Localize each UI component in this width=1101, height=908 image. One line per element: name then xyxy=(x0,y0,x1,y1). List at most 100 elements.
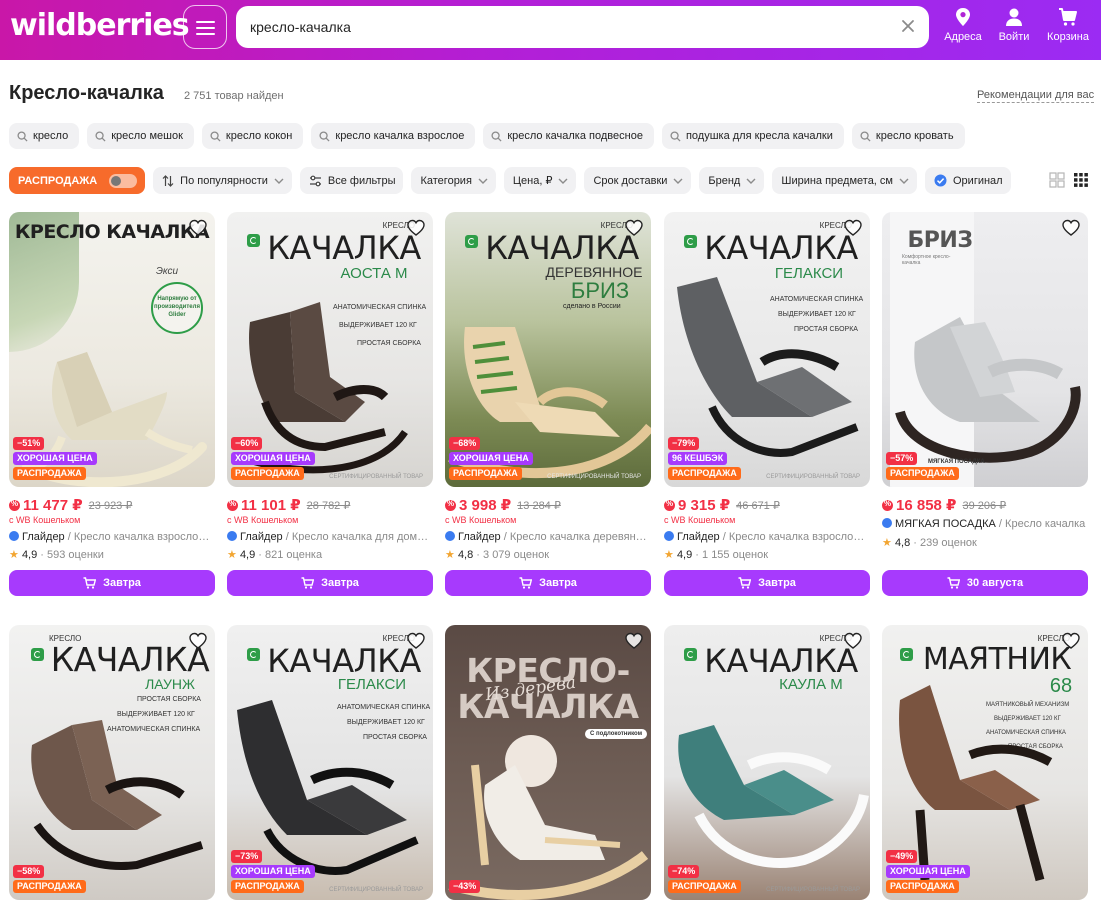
product-title[interactable]: Глайдер / Кресло качалка деревянное xyxy=(445,531,651,543)
price-row: 16 858 ₽ 39 206 ₽ xyxy=(882,496,1006,514)
product-title[interactable]: Глайдер / Кресло качалка взрослое для до… xyxy=(664,531,870,543)
product-image[interactable]: КРЕСЛО КАЧАЛКА Экси Напрямую от производ… xyxy=(9,212,215,487)
rating-row: ★ 4,9 · 821 оценка xyxy=(227,549,323,561)
sale-badge: РАСПРОДАЖА xyxy=(231,880,304,893)
product-title[interactable]: Глайдер / Кресло качалка для дома взросл… xyxy=(227,531,433,543)
user-icon xyxy=(1006,8,1022,26)
badges: −51% ХОРОШАЯ ЦЕНА РАСПРОДАЖА xyxy=(13,437,97,480)
addresses-button[interactable]: Адреса xyxy=(938,7,988,43)
badges: −57% РАСПРОДАЖА xyxy=(886,452,959,480)
favorite-heart-icon[interactable] xyxy=(844,219,862,237)
suggestion-chip-label: кресло xyxy=(33,130,69,142)
image-title: КАЧАЛКА xyxy=(267,229,421,267)
suggestion-chip[interactable]: кресло кровать xyxy=(851,123,965,149)
product-image[interactable]: БРИЗ Комфортное кресло-качалка МЯГКАЯ ПО… xyxy=(882,212,1088,487)
seller-name: МЯГКАЯ ПОСАДКА xyxy=(895,518,996,530)
all-filters-button[interactable]: Все фильтры xyxy=(299,167,404,194)
suggestion-chip[interactable]: кресло мешок xyxy=(87,123,194,149)
delivery-dropdown[interactable]: Срок доставки xyxy=(584,167,692,194)
product-image[interactable]: КРЕСЛО КАЧАЛКА АОСТА М АНАТОМИЧЕСКАЯ СПИ… xyxy=(227,212,433,487)
results-count: 2 751 товар найден xyxy=(184,90,284,102)
cart-button[interactable]: Корзина xyxy=(1043,7,1093,43)
image-title: МАЯТНИК xyxy=(922,642,1072,677)
favorite-heart-icon[interactable] xyxy=(625,632,643,650)
wallet-note: с WB Кошельком xyxy=(445,515,517,525)
add-to-cart-button[interactable]: Завтра xyxy=(445,570,651,596)
suggestion-chip[interactable]: кресло кокон xyxy=(201,123,304,149)
price-dropdown[interactable]: Цена, ₽ xyxy=(503,167,577,194)
brand-dropdown[interactable]: Бренд xyxy=(699,167,765,194)
grid-large-icon[interactable] xyxy=(1049,172,1065,188)
clear-search-icon[interactable] xyxy=(899,17,917,35)
cart-icon xyxy=(301,577,315,589)
wallet-note: с WB Кошельком xyxy=(664,515,736,525)
product-image[interactable]: КРЕСЛО КАЧАЛКА КАУЛА М −74% РАСПРОДАЖА С… xyxy=(664,625,870,900)
favorite-heart-icon[interactable] xyxy=(407,632,425,650)
product-title[interactable]: МЯГКАЯ ПОСАДКА / Кресло качалка xyxy=(882,518,1088,530)
discount-icon xyxy=(445,499,456,511)
price-row: 3 998 ₽ 13 284 ₽ xyxy=(445,496,561,514)
chevron-down-icon xyxy=(478,178,488,184)
sale-toggle[interactable]: РАСПРОДАЖА xyxy=(9,167,146,194)
menu-button[interactable] xyxy=(183,5,227,49)
badges: −60% ХОРОШАЯ ЦЕНА РАСПРОДАЖА xyxy=(231,437,315,480)
recommendations-sort-link[interactable]: Рекомендации для вас xyxy=(977,89,1095,103)
good-price-badge: ХОРОШАЯ ЦЕНА xyxy=(886,865,970,878)
product-name: Кресло качалка деревянное xyxy=(509,531,651,543)
add-to-cart-button[interactable]: Завтра xyxy=(664,570,870,596)
add-to-cart-button[interactable]: Завтра xyxy=(227,570,433,596)
login-label: Войти xyxy=(998,31,1030,43)
sort-dropdown[interactable]: По популярности xyxy=(153,167,292,194)
product-title[interactable]: Глайдер / Кресло качалка взрослое для до… xyxy=(9,531,215,543)
favorite-heart-icon[interactable] xyxy=(625,219,643,237)
suggestion-chip[interactable]: подушка для кресла качалки xyxy=(661,123,844,149)
sale-badge: РАСПРОДАЖА xyxy=(13,880,86,893)
width-dropdown[interactable]: Ширина предмета, см xyxy=(772,167,917,194)
favorite-heart-icon[interactable] xyxy=(189,632,207,650)
product-image[interactable]: КРЕСЛО- КАЧАЛКА Из дерева С подлокотнико… xyxy=(445,625,651,900)
product-image[interactable]: КРЕСЛО КАЧАЛКА ГЕЛАКСИ АНАТОМИЧЕСКАЯ СПИ… xyxy=(227,625,433,900)
chair-illustration xyxy=(448,764,649,900)
suggestion-chip[interactable]: кресло качалка взрослое xyxy=(311,123,476,149)
cart-icon xyxy=(83,577,97,589)
original-filter[interactable]: Оригинал xyxy=(925,167,1011,194)
product-image[interactable]: КРЕСЛО КАЧАЛКА ДЕРЕВЯННОЕ БРИЗ сделано в… xyxy=(445,212,651,487)
product-name: Кресло качалка xyxy=(1005,518,1086,530)
login-button[interactable]: Войти xyxy=(989,7,1039,43)
delivery-date: Завтра xyxy=(103,577,141,589)
old-price: 39 206 ₽ xyxy=(962,499,1007,512)
certified-label: СЕРТИФИЦИРОВАННЫЙ ТОВАР xyxy=(547,474,641,480)
search-input[interactable]: кресло-качалка xyxy=(236,6,929,48)
wallet-note: с WB Кошельком xyxy=(9,515,81,525)
grid-small-icon[interactable] xyxy=(1073,172,1089,188)
add-to-cart-button[interactable]: Завтра xyxy=(9,570,215,596)
toggle-switch[interactable] xyxy=(109,173,138,188)
product-image[interactable]: КРЕСЛО МАЯТНИК 68 МАЯТНИКОВЫЙ МЕХАНИЗМ В… xyxy=(882,625,1088,900)
favorite-heart-icon[interactable] xyxy=(844,632,862,650)
add-to-cart-button[interactable]: 30 августа xyxy=(882,570,1088,596)
chair-illustration xyxy=(895,317,1081,463)
product-image[interactable]: КРЕСЛО КАЧАЛКА ГЕЛАКСИ АНАТОМИЧЕСКАЯ СПИ… xyxy=(664,212,870,487)
product-image[interactable]: КРЕСЛО КАЧАЛКА ЛАУНЖ ПРОСТАЯ СБОРКА ВЫДЕ… xyxy=(9,625,215,900)
addresses-label: Адреса xyxy=(944,31,982,43)
badges: −74% РАСПРОДАЖА xyxy=(668,865,741,893)
price-row: 11 101 ₽ 28 782 ₽ xyxy=(227,496,350,514)
rating-value: 4,9 xyxy=(676,549,693,561)
favorite-heart-icon[interactable] xyxy=(1062,632,1080,650)
suggestion-chip[interactable]: кресло качалка подвесное xyxy=(483,123,654,149)
favorite-heart-icon[interactable] xyxy=(189,219,207,237)
favorite-heart-icon[interactable] xyxy=(1062,219,1080,237)
price-label: Цена, ₽ xyxy=(512,175,553,187)
search-icon xyxy=(491,130,502,142)
suggestion-chip[interactable]: кресло xyxy=(9,123,80,149)
favorite-heart-icon[interactable] xyxy=(407,219,425,237)
category-dropdown[interactable]: Категория xyxy=(411,167,496,194)
wildberries-logo[interactable]: wildberries xyxy=(10,8,190,43)
discount-badge: −74% xyxy=(668,865,700,878)
page-title: Кресло-качалка xyxy=(9,82,164,104)
image-title: КРЕСЛО КАЧАЛКА xyxy=(14,221,210,243)
discount-badge: −79% xyxy=(668,437,700,450)
price: 3 998 ₽ xyxy=(459,497,512,514)
cart-label: Корзина xyxy=(1047,31,1089,43)
sale-badge: РАСПРОДАЖА xyxy=(886,880,959,893)
